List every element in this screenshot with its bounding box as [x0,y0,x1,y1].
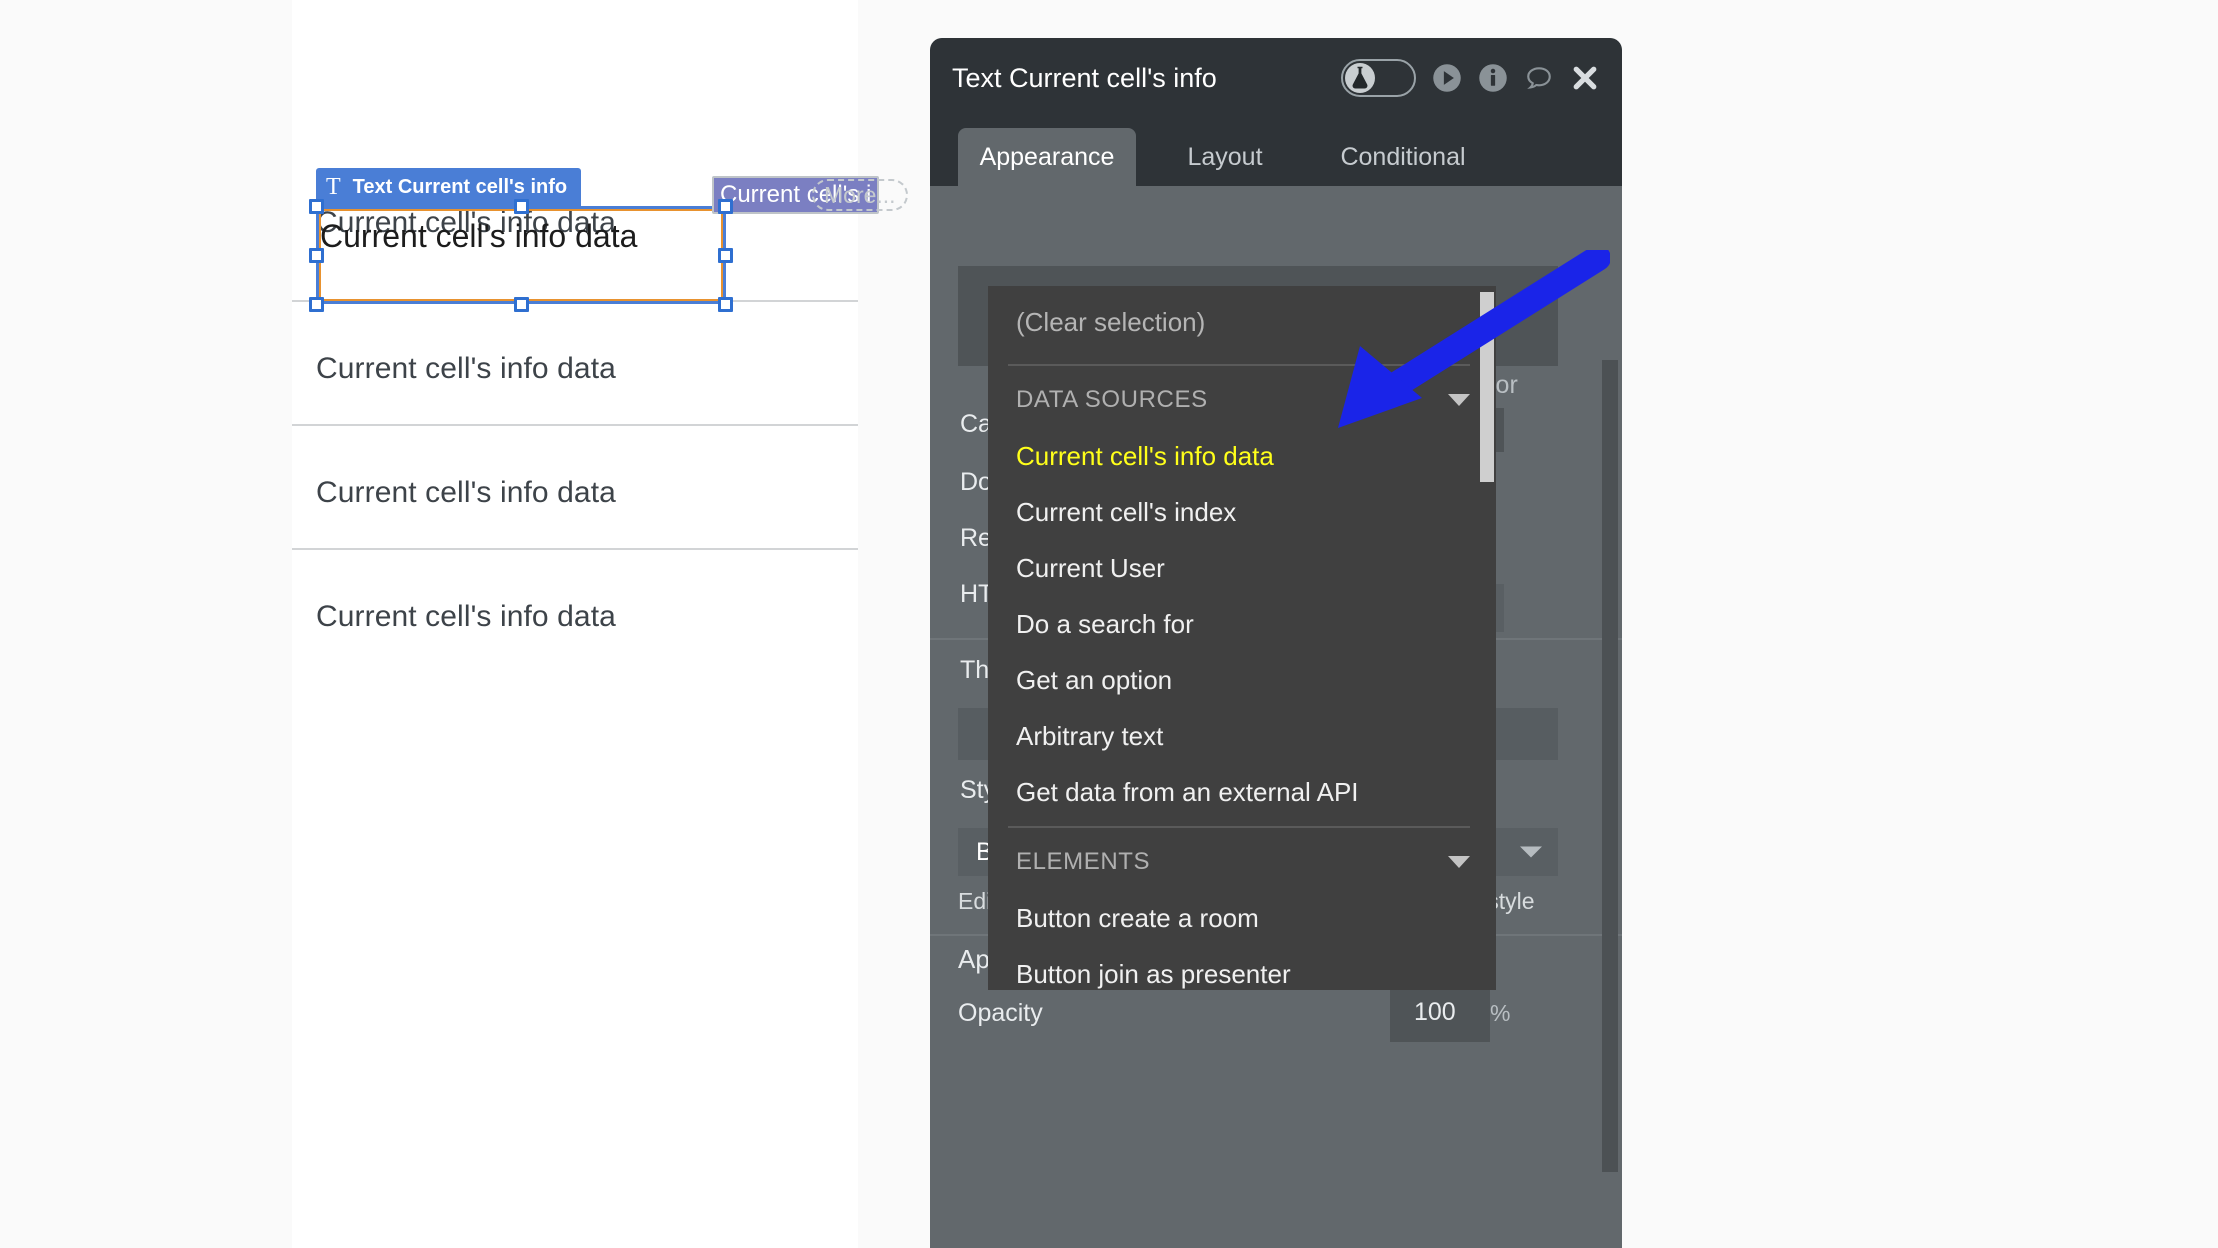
resize-handle-se[interactable] [718,297,733,312]
info-icon[interactable] [1478,63,1508,93]
table-row[interactable]: Current cell's info data [292,550,858,674]
dropdown-item-button-join-as-presenter[interactable]: Button join as presenter [988,946,1496,990]
resize-handle-ne[interactable] [718,199,733,214]
comment-icon[interactable] [1524,63,1554,93]
tab-layout[interactable]: Layout [1136,128,1314,186]
dropdown-item-button-create-a-room[interactable]: Button create a room [988,890,1496,946]
dropdown-item-current-cells-info-data[interactable]: Current cell's info data [988,428,1496,484]
flask-toggle[interactable] [1341,59,1416,97]
dropdown-item-current-cells-index[interactable]: Current cell's index [988,484,1496,540]
chevron-down-icon [1448,394,1470,406]
resize-handle-sw[interactable] [309,297,324,312]
chevron-down-icon [1520,847,1542,858]
panel-header-actions [1341,59,1600,97]
row-text: Current cell's info data [316,476,616,510]
toggle-knob [1345,63,1375,93]
more-button[interactable]: More... [812,179,908,211]
close-icon[interactable] [1570,63,1600,93]
opacity-unit: % [1490,1000,1510,1027]
table-row[interactable]: Current cell's info data [292,302,858,426]
divider [1008,826,1470,828]
dropdown-item-get-an-option[interactable]: Get an option [988,652,1496,708]
flask-icon [1345,63,1375,93]
editor-gutter [0,0,292,1248]
resize-handle-s[interactable] [514,297,529,312]
row-text: Current cell's info data [316,600,616,634]
dropdown-item-clear-selection[interactable]: (Clear selection) [988,286,1496,358]
dropdown-group-label: DATA SOURCES [1016,386,1208,414]
dropdown-item-do-a-search-for[interactable]: Do a search for [988,596,1496,652]
resize-handle-w[interactable] [309,248,324,263]
dropdown-group-data-sources[interactable]: DATA SOURCES [988,372,1496,428]
selected-element-preview-text: Current cell's info data [320,218,637,255]
data-source-dropdown[interactable]: (Clear selection) DATA SOURCES Current c… [988,286,1496,990]
panel-scrollbar[interactable] [1602,360,1618,1172]
dropdown-item-arbitrary-text[interactable]: Arbitrary text [988,708,1496,764]
dropdown-group-label: ELEMENTS [1016,848,1150,876]
selected-element-label: Text Current cell's info [353,176,567,199]
opacity-value: 100 [1414,998,1456,1027]
divider [1008,364,1470,366]
chevron-down-icon [1448,856,1470,868]
panel-title: Text Current cell's info [952,63,1341,94]
row-text: Current cell's info data [316,352,616,386]
table-row[interactable]: Current cell's info data [292,426,858,550]
resize-handle-nw[interactable] [309,199,324,214]
dropdown-scrollbar[interactable] [1480,292,1494,482]
expression-field[interactable]: Current cell's i More... [712,176,879,214]
resize-handle-n[interactable] [514,199,529,214]
dropdown-group-elements[interactable]: ELEMENTS [988,834,1496,890]
panel-header: Text Current cell's info [930,38,1622,118]
resize-handle-e[interactable] [718,248,733,263]
selected-element-badge[interactable]: T Text Current cell's info [316,168,581,206]
editor-screen: Current cell's info data Current cell's … [0,0,2218,1248]
play-icon[interactable] [1432,63,1462,93]
opacity-label: Opacity [958,999,1043,1028]
tab-appearance[interactable]: Appearance [958,128,1136,186]
panel-tabs: Appearance Layout Conditional [930,118,1622,186]
dropdown-item-current-user[interactable]: Current User [988,540,1496,596]
text-t-icon: T [326,175,341,199]
field-label-th: Th [960,656,989,685]
tab-conditional[interactable]: Conditional [1314,128,1492,186]
dropdown-item-get-data-external-api[interactable]: Get data from an external API [988,764,1496,820]
